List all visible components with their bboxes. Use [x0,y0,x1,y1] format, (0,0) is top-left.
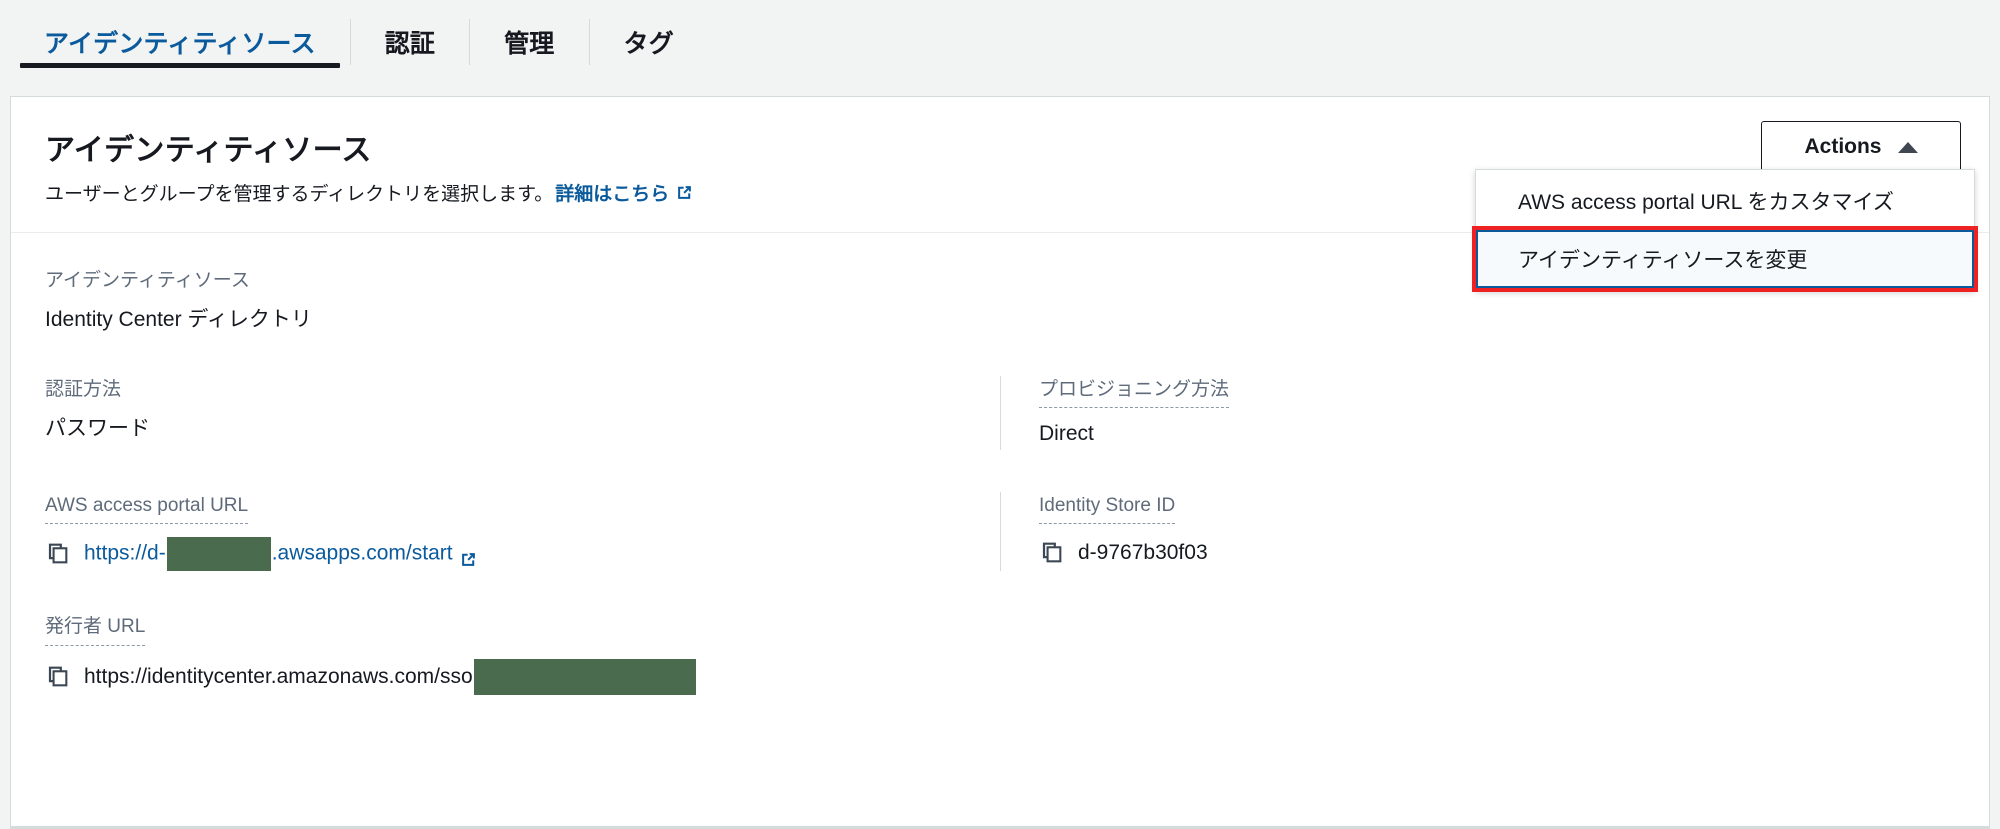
url-prefix: https://d- [84,541,166,565]
field-label[interactable]: Identity Store ID [1039,492,1176,525]
details-section: アイデンティティソース Identity Center ディレクトリ 認証方法 … [11,233,1989,745]
field-issuer-url: 発行者 URL https://identitycenter.amazonaws… [45,613,1000,695]
field-value: https://identitycenter.amazonaws.com/sso [45,658,970,695]
tab-label: 認証 [384,30,436,58]
copy-icon[interactable] [45,664,71,690]
description-text: ユーザーとグループを管理するディレクトリを選択します。 [45,184,554,205]
menu-item-change-identity-source[interactable]: アイデンティティソースを変更 [1472,226,1978,292]
field-value: https://d- .awsapps.com/start [45,537,970,572]
detail-row-methods: 認証方法 パスワード プロビジョニング方法 Direct [45,375,1955,450]
field-label: アイデンティティソース [45,269,250,291]
identity-source-card: アイデンティティソース ユーザーとグループを管理するディレクトリを選択します。詳… [10,96,1990,829]
field-value: Direct [1039,422,1094,446]
page-root: アイデンティティソース 認証 管理 タグ アイデンティティソース ユーザーとグル… [0,0,2000,829]
detail-row-issuer-url: 発行者 URL https://identitycenter.amazonaws… [45,613,1955,695]
menu-item-label: AWS access portal URL をカスタマイズ [1518,191,1894,214]
caret-up-icon [1897,141,1918,153]
copy-icon[interactable] [1039,540,1065,566]
copy-icon[interactable] [45,541,71,567]
external-link-icon [676,182,693,199]
learn-more-link[interactable]: 詳細はこちら [555,184,669,205]
field-label: 認証方法 [45,378,122,400]
card-header: アイデンティティソース ユーザーとグループを管理するディレクトリを選択します。詳… [11,97,1989,292]
menu-item-customize-portal-url[interactable]: AWS access portal URL をカスタマイズ [1476,172,1974,230]
tab-identity-source[interactable]: アイデンティティソース [10,0,350,84]
field-identity-source: アイデンティティソース Identity Center ディレクトリ [45,267,1000,336]
tab-label: 管理 [504,30,555,58]
tab-label: アイデンティティソース [44,30,316,58]
field-value: Identity Center ディレクトリ [45,308,312,332]
issuer-url-value: https://identitycenter.amazonaws.com/sso [84,664,473,688]
field-label[interactable]: 発行者 URL [45,613,146,646]
tab-authentication[interactable]: 認証 [351,0,469,84]
redaction-box [473,658,696,695]
page-title: アイデンティティソース [45,134,372,167]
field-value: d-9767b30f03 [1039,537,1925,569]
identity-store-id-value: d-9767b30f03 [1078,541,1208,565]
menu-item-label: アイデンティティソースを変更 [1518,249,1808,272]
access-portal-url-link[interactable]: https://d- .awsapps.com/start [84,537,453,572]
tab-label: タグ [623,30,674,58]
url-suffix: .awsapps.com/start [271,541,453,565]
field-provisioning-method: プロビジョニング方法 Direct [1000,375,1955,450]
field-auth-method: 認証方法 パスワード [45,376,1000,450]
actions-dropdown-menu: AWS access portal URL をカスタマイズ アイデンティティソー… [1472,169,1978,292]
redaction-box [166,537,271,572]
field-identity-store-id: Identity Store ID d-9767b30f03 [1000,491,1955,572]
detail-row-urls: AWS access portal URL https://d- .awsapps… [45,491,1955,572]
tab-tags[interactable]: タグ [590,0,708,84]
actions-button-label: Actions [1804,135,1882,158]
field-value: パスワード [45,417,150,441]
field-label[interactable]: プロビジョニング方法 [1039,376,1230,409]
external-link-icon [460,546,477,566]
tab-management[interactable]: 管理 [470,0,588,84]
field-access-portal-url: AWS access portal URL https://d- .awsapps… [45,492,1000,572]
field-label[interactable]: AWS access portal URL [45,492,249,525]
field-empty-slot [1000,613,1955,695]
learn-more-label: 詳細はこちら [555,184,670,205]
tab-bar: アイデンティティソース 認証 管理 タグ [0,0,2000,84]
actions-button[interactable]: Actions [1761,121,1961,173]
